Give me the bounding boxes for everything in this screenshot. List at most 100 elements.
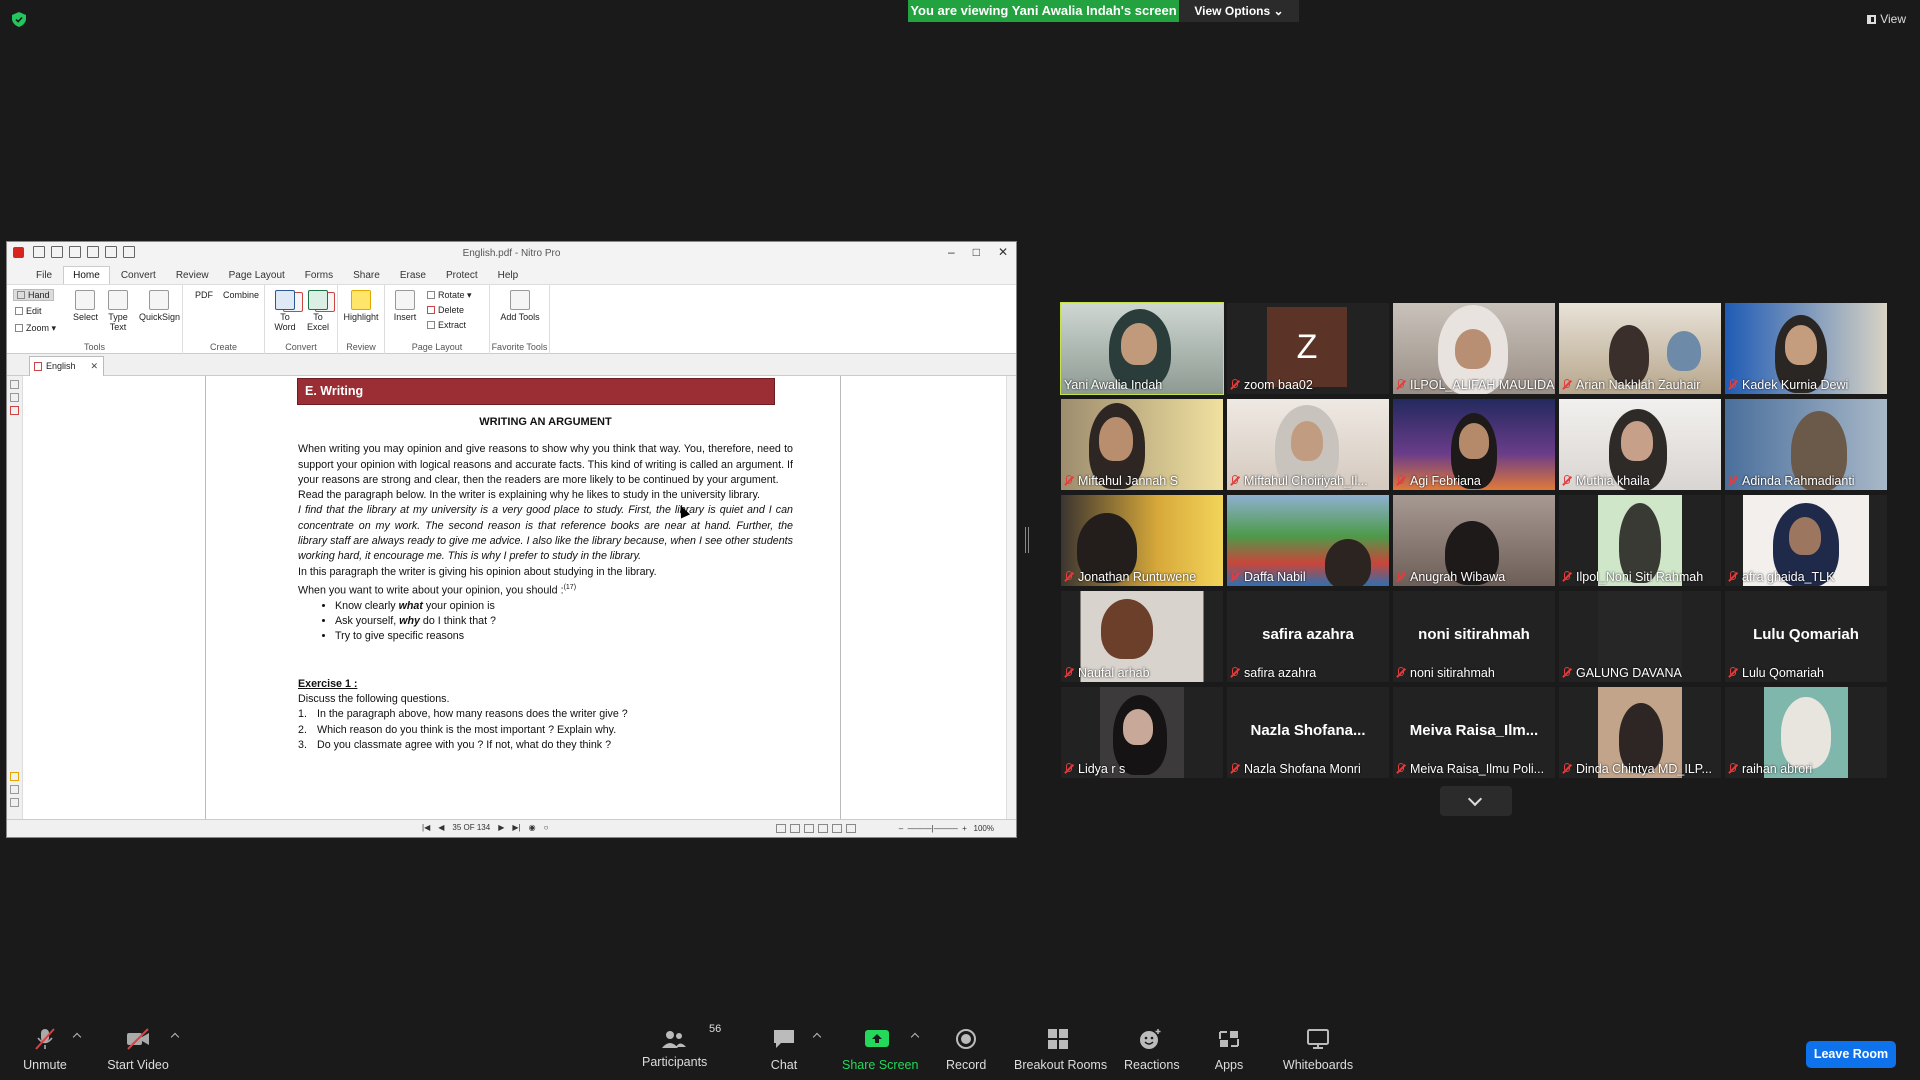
close-icon[interactable]: ✕ xyxy=(998,245,1008,259)
quicksign-button[interactable]: QuickSign xyxy=(139,290,180,322)
participant-tile[interactable]: Arian Nakhlah Zauhair xyxy=(1559,303,1721,394)
hand-tool-button[interactable]: Hand xyxy=(13,289,54,301)
view-options-button[interactable]: View Options ⌄ xyxy=(1179,0,1299,22)
view-button[interactable]: View xyxy=(1867,12,1906,26)
output-panel-icon[interactable] xyxy=(10,798,19,807)
facing-continuous-icon[interactable] xyxy=(818,824,828,833)
add-tools-button[interactable]: Add Tools xyxy=(500,290,540,322)
document-viewer[interactable]: E. Writing WRITING AN ARGUMENT When writ… xyxy=(23,376,1006,819)
participant-tile[interactable]: Ilpol_Noni Siti Rahmah xyxy=(1559,495,1721,586)
tab-protect[interactable]: Protect xyxy=(437,267,487,284)
page-indicator[interactable]: 35 OF 134 xyxy=(452,823,490,832)
participant-tile[interactable]: Miftahul Choiriyah_Il... xyxy=(1227,399,1389,490)
attachments-panel-icon[interactable] xyxy=(10,406,19,415)
participants-button[interactable]: 56 Participants xyxy=(642,1023,721,1069)
participant-tile[interactable]: Lulu Qomariah Lulu Qomariah xyxy=(1725,591,1887,682)
combine-button[interactable]: Combine xyxy=(223,290,335,312)
chat-options-chevron-icon[interactable] xyxy=(812,1032,822,1042)
zoom-tool-button[interactable]: Zoom ▾ xyxy=(15,323,56,334)
participant-tile[interactable]: Z zoom baa02 xyxy=(1227,303,1389,394)
tab-page-layout[interactable]: Page Layout xyxy=(220,267,294,284)
next-page-icon[interactable]: ▶ xyxy=(498,823,504,832)
delete-button[interactable]: Delete xyxy=(427,305,464,315)
audio-options-chevron-icon[interactable] xyxy=(72,1032,82,1042)
participant-tile[interactable]: Adinda Rahmadianti xyxy=(1725,399,1887,490)
breakout-rooms-button[interactable]: Breakout Rooms xyxy=(1014,1028,1107,1072)
tab-convert[interactable]: Convert xyxy=(112,267,165,284)
tab-erase[interactable]: Erase xyxy=(391,267,435,284)
reactions-button[interactable]: Reactions xyxy=(1124,1028,1180,1072)
participant-tile[interactable]: Agi Febriana xyxy=(1393,399,1555,490)
tab-review[interactable]: Review xyxy=(167,267,218,284)
bookmarks-panel-icon[interactable] xyxy=(10,393,19,402)
video-options-chevron-icon[interactable] xyxy=(170,1032,180,1042)
view-splitter-handle[interactable] xyxy=(1025,527,1029,553)
participant-tile[interactable]: Nazla Shofana... Nazla Shofana Monri xyxy=(1227,687,1389,778)
extract-button[interactable]: Extract xyxy=(427,320,466,330)
signatures-panel-icon[interactable] xyxy=(10,785,19,794)
to-excel-button[interactable]: To Excel xyxy=(304,290,332,332)
apps-button[interactable]: Apps xyxy=(1212,1028,1246,1072)
participant-tile[interactable]: GALUNG DAVANA xyxy=(1559,591,1721,682)
select-button[interactable]: Select xyxy=(73,290,98,322)
record-button[interactable]: Record xyxy=(946,1028,986,1072)
participant-tile[interactable]: Jonathan Runtuwene xyxy=(1061,495,1223,586)
chat-button[interactable]: Chat xyxy=(766,1028,802,1072)
participant-tile[interactable]: Kadek Kurnia Dewi xyxy=(1725,303,1887,394)
share-options-chevron-icon[interactable] xyxy=(910,1032,920,1042)
participant-tile[interactable]: Miftahul Jannah S xyxy=(1061,399,1223,490)
continuous-icon[interactable] xyxy=(790,824,800,833)
close-tab-icon[interactable]: ✕ xyxy=(90,357,98,375)
participant-tile[interactable]: raihan abrori xyxy=(1725,687,1887,778)
vertical-scrollbar[interactable] xyxy=(1006,376,1016,819)
highlight-button[interactable]: Highlight xyxy=(341,290,381,322)
tab-forms[interactable]: Forms xyxy=(296,267,342,284)
pdf-button[interactable]: PDF xyxy=(191,290,303,312)
single-page-icon[interactable] xyxy=(776,824,786,833)
participant-tile[interactable]: noni sitirahmah noni sitirahmah xyxy=(1393,591,1555,682)
rotate-button[interactable]: Rotate ▾ xyxy=(427,290,472,301)
whiteboards-button[interactable]: Whiteboards xyxy=(1282,1028,1354,1072)
participant-tile[interactable]: Naufal arhab xyxy=(1061,591,1223,682)
zoom-control[interactable]: – ———|——— + 100% xyxy=(899,824,994,833)
first-page-icon[interactable]: |◀ xyxy=(422,823,430,832)
forward-view-icon[interactable]: ○ xyxy=(544,823,549,832)
muted-mic-icon xyxy=(1230,763,1239,774)
pages-panel-icon[interactable] xyxy=(10,380,19,389)
maximize-icon[interactable]: □ xyxy=(973,245,980,259)
share-screen-button[interactable]: Share Screen xyxy=(842,1028,918,1072)
edit-tool-button[interactable]: Edit xyxy=(15,306,42,316)
leave-room-button[interactable]: Leave Room xyxy=(1806,1041,1896,1068)
tab-file[interactable]: File xyxy=(27,267,61,284)
participant-tile[interactable]: ILPOL_ALIFAH MAULIDA xyxy=(1393,303,1555,394)
security-shield-icon[interactable] xyxy=(12,12,26,27)
insert-button[interactable]: Insert xyxy=(392,290,418,322)
participant-tile[interactable]: Lidya r s xyxy=(1061,687,1223,778)
participant-tile[interactable]: afra ghaida_TLK xyxy=(1725,495,1887,586)
participant-tile[interactable]: Meiva Raisa_Ilm... Meiva Raisa_Ilmu Poli… xyxy=(1393,687,1555,778)
comments-panel-icon[interactable] xyxy=(10,772,19,781)
tab-help[interactable]: Help xyxy=(489,267,528,284)
fit-width-icon[interactable] xyxy=(846,824,856,833)
tab-home[interactable]: Home xyxy=(63,266,110,284)
type-text-button[interactable]: Type Text xyxy=(105,290,131,332)
gallery-next-page-button[interactable] xyxy=(1440,786,1512,816)
fit-page-icon[interactable] xyxy=(832,824,842,833)
participants-label: Participants xyxy=(642,1055,708,1069)
participant-tile[interactable]: Anugrah Wibawa xyxy=(1393,495,1555,586)
document-tab[interactable]: English ✕ xyxy=(29,356,104,376)
prev-page-icon[interactable]: ◀ xyxy=(438,823,444,832)
unmute-button[interactable]: Unmute xyxy=(20,1028,70,1072)
to-word-button[interactable]: To Word xyxy=(271,290,299,332)
last-page-icon[interactable]: ▶| xyxy=(512,823,520,832)
participant-tile[interactable]: Muthia khaila xyxy=(1559,399,1721,490)
facing-icon[interactable] xyxy=(804,824,814,833)
participant-tile[interactable]: safira azahra safira azahra xyxy=(1227,591,1389,682)
participant-tile[interactable]: Yani Awalia Indah xyxy=(1060,302,1224,395)
minimize-icon[interactable]: – xyxy=(948,245,955,259)
start-video-button[interactable]: Start Video xyxy=(106,1028,170,1072)
participant-tile[interactable]: Daffa Nabil xyxy=(1227,495,1389,586)
tab-share[interactable]: Share xyxy=(344,267,389,284)
participant-tile[interactable]: Dinda Chintya MD_ILP... xyxy=(1559,687,1721,778)
back-view-icon[interactable]: ◉ xyxy=(529,823,536,832)
